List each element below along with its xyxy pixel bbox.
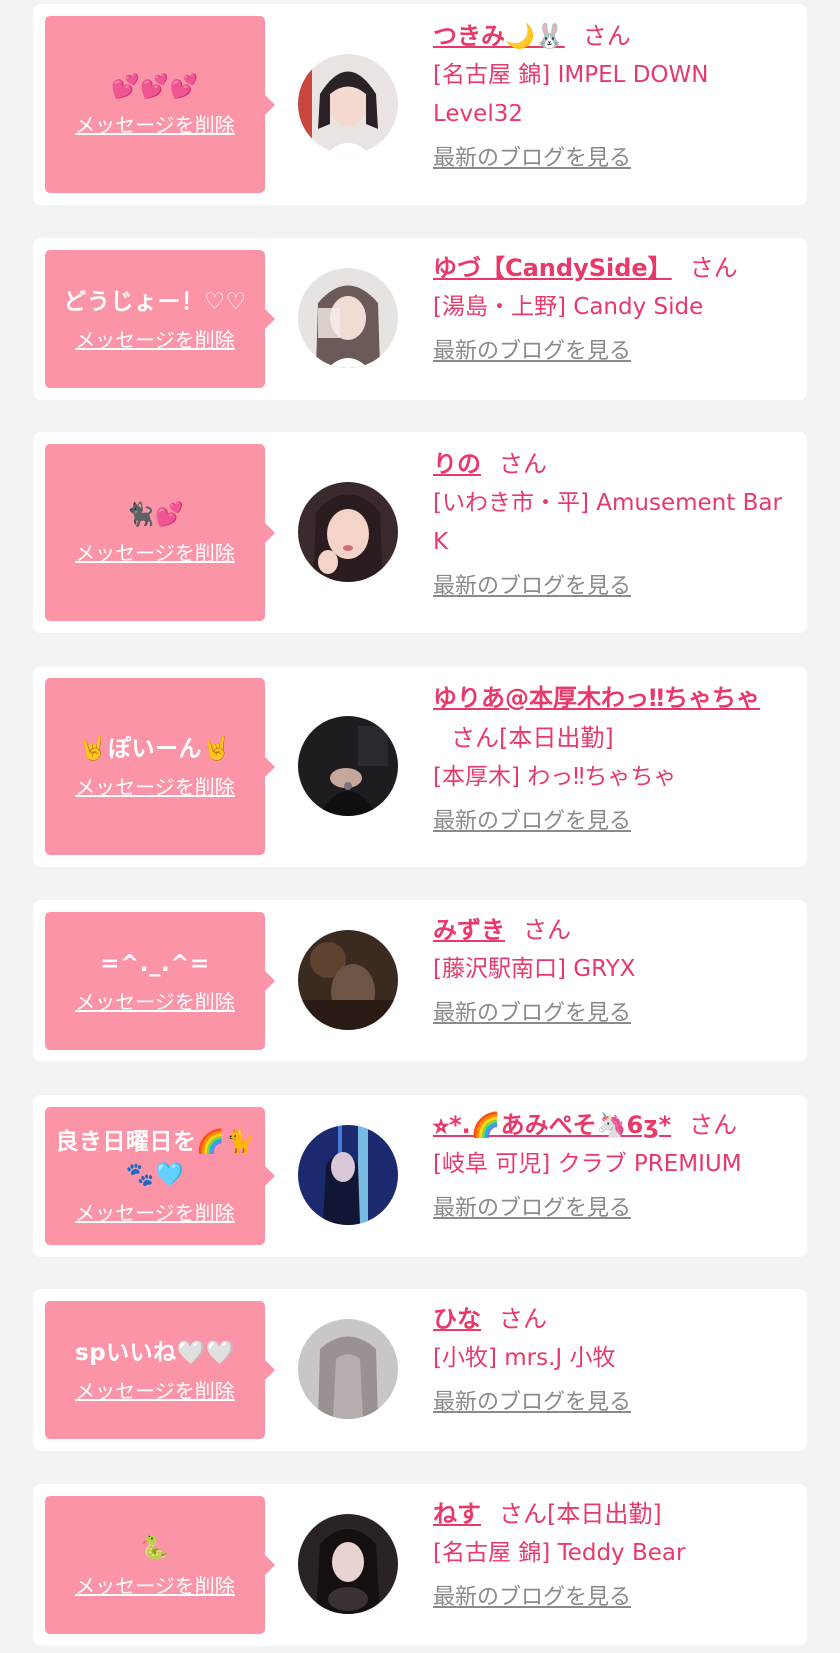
- avatar[interactable]: [298, 1514, 398, 1614]
- honorific: さん[本日出勤]: [499, 1500, 662, 1528]
- latest-blog-link[interactable]: 最新のブログを見る: [433, 144, 631, 174]
- latest-blog-link[interactable]: 最新のブログを見る: [433, 337, 631, 367]
- sender-info: ねす さん[本日出勤] [名古屋 錦] Teddy Bear 最新のブログを見る: [433, 1494, 787, 1613]
- avatar[interactable]: [298, 716, 398, 816]
- message-bubble: 🐈‍⬛💕 メッセージを削除: [45, 444, 275, 621]
- sender-name-link[interactable]: ねす: [433, 1500, 481, 1528]
- honorific: さん[本日出勤]: [451, 724, 614, 752]
- delete-message-link[interactable]: メッセージを削除: [75, 1573, 235, 1599]
- message-card: =^._.^= メッセージを削除 みずき さん [藤沢駅南口] GRYX 最新のブ…: [33, 900, 807, 1062]
- message-text: spいいね🤍🤍: [75, 1339, 235, 1366]
- message-bubble: 💕💕💕 メッセージを削除: [45, 16, 275, 193]
- honorific: さん: [582, 22, 631, 50]
- latest-blog-link[interactable]: 最新のブログを見る: [433, 1194, 631, 1224]
- delete-message-link[interactable]: メッセージを削除: [75, 112, 235, 138]
- message-text: 🐈‍⬛💕: [125, 502, 185, 528]
- delete-message-link[interactable]: メッセージを削除: [75, 540, 235, 566]
- message-bubble: 🤘ぽいーん🤘 メッセージを削除: [45, 678, 275, 855]
- sender-info: ゆりあ@本厚木わっ‼ちゃちゃさん[本日出勤] [本厚木] わっ‼ちゃちゃ 最新の…: [433, 678, 787, 837]
- message-card: 🐍 メッセージを削除 ねす さん[本日出勤] [名古屋 錦] Teddy Bear…: [33, 1484, 807, 1646]
- latest-blog-link[interactable]: 最新のブログを見る: [433, 572, 631, 602]
- avatar[interactable]: [298, 930, 398, 1030]
- shop-name: [小牧] mrs.J 小牧: [433, 1345, 616, 1371]
- sender-name-link[interactable]: みずき: [433, 916, 505, 944]
- message-bubble: 🐍 メッセージを削除: [45, 1496, 275, 1634]
- delete-message-link[interactable]: メッセージを削除: [75, 327, 235, 353]
- sender-info: ゆづ【CandySide】 さん [湯島・上野] Candy Side 最新のブロ…: [433, 248, 787, 367]
- message-card: 🐈‍⬛💕 メッセージを削除 りの さん [いわき市・平] Amusement Ba…: [33, 432, 807, 633]
- delete-message-link[interactable]: メッセージを削除: [75, 774, 235, 800]
- latest-blog-link[interactable]: 最新のブログを見る: [433, 1583, 631, 1613]
- message-list: 💕💕💕 メッセージを削除 つきみ🌙🐰 さん [名古屋 錦] IMPEL DOWN …: [0, 0, 840, 1653]
- shop-name: [いわき市・平] Amusement Bar K: [433, 490, 782, 555]
- message-card: どうじょー！♡♡ メッセージを削除 ゆづ【CandySide】 さん [湯島・上野…: [33, 238, 807, 400]
- avatar[interactable]: [298, 54, 398, 154]
- delete-message-link[interactable]: メッセージを削除: [75, 989, 235, 1015]
- sender-info: ⭐︎*.🌈あみぺそ🦄6ʒ* さん [岐阜 可児] クラブ PREMIUM 最新のブ…: [433, 1105, 787, 1224]
- message-card: spいいね🤍🤍 メッセージを削除 ひな さん [小牧] mrs.J 小牧 最新のブ…: [33, 1289, 807, 1451]
- sender-name-link[interactable]: つきみ🌙🐰: [433, 22, 565, 50]
- sender-name-link[interactable]: ゆづ【CandySide】: [433, 254, 672, 282]
- honorific: さん: [499, 450, 547, 478]
- sender-info: ひな さん [小牧] mrs.J 小牧 最新のブログを見る: [433, 1299, 787, 1418]
- avatar[interactable]: [298, 482, 398, 582]
- message-text: どうじょー！♡♡: [63, 288, 247, 315]
- message-text: 🐍: [140, 1534, 170, 1561]
- message-bubble: どうじょー！♡♡ メッセージを削除: [45, 250, 275, 388]
- shop-name: [本厚木] わっ‼ちゃちゃ: [433, 764, 677, 790]
- honorific: さん: [499, 1305, 547, 1333]
- shop-name: [岐阜 可児] クラブ PREMIUM: [433, 1151, 742, 1177]
- message-bubble: =^._.^= メッセージを削除: [45, 912, 275, 1050]
- shop-name: [藤沢駅南口] GRYX: [433, 956, 636, 982]
- shop-name: [名古屋 錦] Teddy Bear: [433, 1540, 686, 1566]
- message-text: =^._.^=: [100, 950, 210, 977]
- avatar[interactable]: [298, 1125, 398, 1225]
- latest-blog-link[interactable]: 最新のブログを見る: [433, 999, 631, 1029]
- honorific: さん: [689, 254, 738, 282]
- message-bubble: spいいね🤍🤍 メッセージを削除: [45, 1301, 275, 1439]
- shop-name: [湯島・上野] Candy Side: [433, 294, 704, 320]
- avatar[interactable]: [298, 1319, 398, 1419]
- latest-blog-link[interactable]: 最新のブログを見る: [433, 1388, 631, 1418]
- message-text: 🤘ぽいーん🤘: [78, 736, 232, 762]
- message-card: 💕💕💕 メッセージを削除 つきみ🌙🐰 さん [名古屋 錦] IMPEL DOWN …: [33, 4, 807, 205]
- message-card: 🤘ぽいーん🤘 メッセージを削除 ゆりあ@本厚木わっ‼ちゃちゃさん[本日出勤] […: [33, 666, 807, 867]
- message-bubble: 良き日曜日を🌈🐈🐾🩵 メッセージを削除: [45, 1107, 275, 1245]
- sender-info: つきみ🌙🐰 さん [名古屋 錦] IMPEL DOWN Level32 最新のブロ…: [433, 16, 787, 174]
- avatar[interactable]: [298, 268, 398, 368]
- latest-blog-link[interactable]: 最新のブログを見る: [433, 807, 631, 837]
- honorific: さん: [523, 916, 571, 944]
- honorific: さん: [689, 1111, 738, 1139]
- sender-name-link[interactable]: ゆりあ@本厚木わっ‼ちゃちゃ: [433, 684, 760, 712]
- delete-message-link[interactable]: メッセージを削除: [75, 1378, 235, 1404]
- shop-name: [名古屋 錦] IMPEL DOWN Level32: [433, 62, 709, 127]
- sender-info: みずき さん [藤沢駅南口] GRYX 最新のブログを見る: [433, 910, 787, 1029]
- sender-name-link[interactable]: ひな: [433, 1305, 481, 1333]
- sender-name-link[interactable]: りの: [433, 450, 481, 478]
- message-text: 💕💕💕: [111, 74, 199, 100]
- message-card: 良き日曜日を🌈🐈🐾🩵 メッセージを削除 ⭐︎*.🌈あみぺそ🦄6ʒ* さん [岐阜 …: [33, 1095, 807, 1257]
- delete-message-link[interactable]: メッセージを削除: [75, 1200, 235, 1226]
- message-text: 良き日曜日を🌈🐈🐾🩵: [55, 1129, 255, 1188]
- sender-name-link[interactable]: ⭐︎*.🌈あみぺそ🦄6ʒ*: [433, 1111, 671, 1139]
- sender-info: りの さん [いわき市・平] Amusement Bar K 最新のブログを見る: [433, 444, 787, 602]
